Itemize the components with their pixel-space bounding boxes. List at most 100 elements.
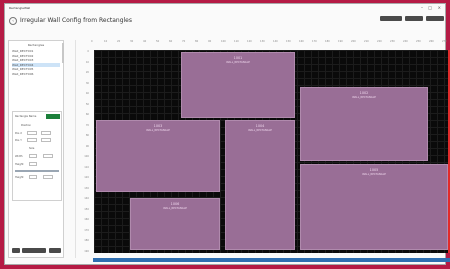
import-button[interactable]	[22, 248, 46, 253]
ruler-tick-label: 20	[117, 40, 121, 43]
width-input[interactable]	[29, 154, 37, 158]
maximize-icon[interactable]: □	[428, 5, 432, 10]
panel-divider	[75, 40, 76, 258]
ruler-tick-label: 100	[84, 155, 89, 158]
rect-type: WALL_RECTANGLE	[352, 96, 376, 99]
ruler-tick-label: 40	[85, 92, 89, 95]
left-panel: Rectangles Wall_RECT001 Wall_RECT002 Wall_…	[8, 40, 64, 258]
rect-id: 1003	[153, 124, 163, 128]
ruler-tick-label: 0	[91, 40, 93, 43]
position-label: Position	[21, 124, 32, 127]
ruler-tick-label: 180	[325, 40, 330, 43]
ruler-tick-label: 110	[234, 40, 239, 43]
ruler-tick-label: 240	[403, 40, 408, 43]
ruler-tick-label: 100	[221, 40, 226, 43]
width-label: Width	[15, 155, 23, 158]
ruler-tick-label: 120	[247, 40, 252, 43]
add-button[interactable]	[12, 248, 20, 253]
ruler-tick-label: 170	[312, 40, 317, 43]
ruler-tick-label: 110	[84, 165, 89, 169]
toolbar-button-2[interactable]	[405, 16, 423, 21]
pos-x-input[interactable]	[27, 131, 37, 135]
minimize-icon[interactable]: –	[421, 5, 423, 10]
ruler-tick-label: 50	[156, 40, 160, 43]
ruler-tick-label: 250	[416, 40, 421, 43]
pos-y-label: Pos Y	[15, 139, 22, 142]
ruler-tick-label: 230	[390, 40, 395, 43]
ruler-tick-label: 160	[299, 40, 304, 43]
rect-id: 1004	[255, 124, 265, 128]
ruler-tick-label: 190	[84, 249, 89, 253]
ruler-tick-label: 70	[182, 40, 186, 43]
tree-item[interactable]: Wall_RECT002	[12, 54, 60, 58]
wall-rectangle[interactable]: 1004 WALL_RECTANGLE	[225, 120, 295, 250]
page-title: Irregular Wall Config from Rectangles	[20, 17, 132, 24]
rect-type: WALL_RECTANGLE	[146, 129, 170, 132]
ruler-tick-label: 220	[377, 40, 382, 43]
ruler-tick-label: 10	[85, 60, 89, 64]
ruler-tick-label: 130	[84, 186, 89, 190]
ruler-tick-label: 40	[143, 40, 147, 43]
pos-x-spin[interactable]	[41, 131, 51, 135]
toolbar-button-3[interactable]	[426, 16, 444, 21]
rect-id: 1001	[233, 56, 243, 60]
toolbar-button-1[interactable]	[380, 16, 402, 21]
ruler-tick-label: 190	[338, 40, 343, 43]
window-title: RectangleWall	[9, 6, 31, 10]
rect-type: WALL_RECTANGLE	[226, 61, 250, 64]
wall-rectangle[interactable]: 1001 WALL_RECTANGLE	[181, 52, 295, 118]
rect-id: 1002	[359, 91, 369, 95]
ruler-tick-label: 140	[273, 40, 278, 43]
wall-canvas[interactable]: 1001 WALL_RECTANGLE 1002 WALL_RECTANGLE …	[94, 50, 450, 253]
ruler-tick-label: 200	[351, 40, 356, 43]
tree-item[interactable]: Wall_RECT001	[12, 49, 60, 53]
height-input-2[interactable]	[29, 175, 37, 179]
ruler-tick-label: 30	[85, 81, 89, 85]
ruler-tick-label: 10	[104, 40, 108, 43]
size-label: Size	[29, 147, 35, 150]
ruler-tick-label: 150	[84, 207, 89, 211]
tree-item[interactable]: Wall_RECT003	[12, 58, 60, 62]
rect-id: 1006	[170, 202, 180, 206]
apply-button[interactable]	[46, 114, 60, 119]
height-input[interactable]	[29, 162, 37, 166]
ruler-tick-label: 60	[169, 40, 173, 43]
rect-id: 1005	[369, 168, 379, 172]
ruler-tick-label: 150	[286, 40, 291, 43]
back-arrow-icon[interactable]: ‹	[9, 17, 17, 25]
pos-y-input[interactable]	[27, 138, 37, 142]
wall-rectangle[interactable]: 1002 WALL_RECTANGLE	[300, 87, 428, 161]
tree-item[interactable]: Wall_RECT005	[12, 67, 60, 71]
wall-rectangle[interactable]: 1006 WALL_RECTANGLE	[130, 198, 220, 250]
width-spin[interactable]	[43, 154, 53, 158]
ruler-tick-label: 30	[130, 40, 134, 43]
height-label-2: Height	[15, 176, 24, 179]
ruler-tick-label: 130	[260, 40, 265, 43]
tree-item[interactable]: Wall_RECT004	[12, 62, 60, 67]
horizontal-scrollbar[interactable]	[93, 258, 450, 262]
size-slider[interactable]	[15, 170, 59, 172]
wall-rectangle[interactable]: 1005 WALL_RECTANGLE	[300, 164, 448, 250]
pos-x-label: Pos X	[15, 132, 23, 135]
height-spin-2[interactable]	[43, 175, 53, 179]
tree-scrollbar[interactable]	[62, 43, 64, 63]
properties-panel: Rectangle Name Position Pos X Pos Y Size…	[12, 111, 62, 201]
ruler-tick-label: 20	[85, 71, 89, 74]
wall-rectangle[interactable]: 1003 WALL_RECTANGLE	[96, 120, 220, 192]
rect-type: WALL_RECTANGLE	[248, 129, 272, 132]
ruler-tick-label: 0	[87, 50, 89, 53]
rect-type: WALL_RECTANGLE	[362, 173, 386, 176]
ruler-tick-label: 120	[84, 176, 89, 179]
ruler-tick-label: 60	[85, 113, 89, 116]
top-ruler: 0 10 20 30 40 50 60 70 80 90 100 110 120 130 140 150 160…	[91, 40, 448, 48]
close-icon[interactable]: ×	[438, 5, 441, 10]
ruler-tick-label: 50	[85, 102, 89, 106]
tree-item[interactable]: Wall_RECT006	[12, 72, 60, 76]
rect-type: WALL_RECTANGLE	[163, 207, 187, 210]
export-button[interactable]	[49, 248, 61, 253]
app-window: RectangleWall – □ × ‹ Irregular Wall Con…	[4, 3, 450, 265]
ruler-tick-label: 260	[429, 40, 434, 43]
ruler-tick-label: 270	[442, 40, 447, 43]
pos-y-spin[interactable]	[41, 138, 51, 142]
ruler-tick-label: 180	[84, 239, 89, 242]
